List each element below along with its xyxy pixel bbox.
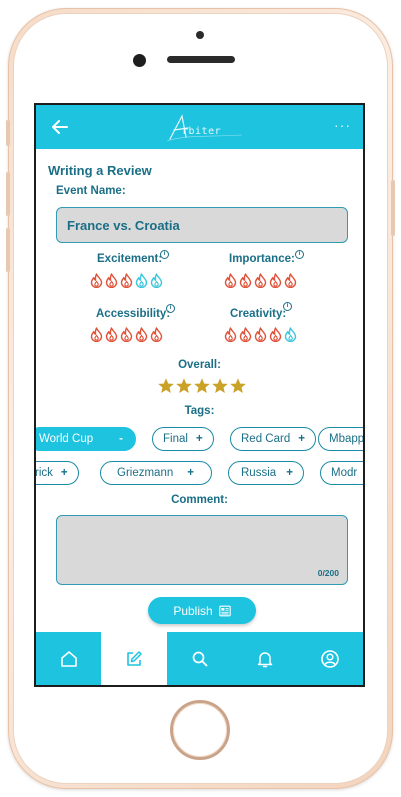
publish-button[interactable]: Publish (148, 597, 256, 624)
add-tag-icon[interactable]: + (187, 467, 194, 479)
tag-russia[interactable]: Russia + (228, 461, 304, 485)
add-tag-icon[interactable]: + (61, 467, 68, 479)
newspaper-icon (218, 605, 231, 616)
excitement-rating[interactable] (90, 273, 163, 288)
tag-label: Modr (331, 467, 358, 479)
event-name-label: Event Name: (56, 185, 126, 197)
power-button (391, 180, 395, 236)
tag-final[interactable]: Final + (152, 427, 214, 451)
nav-search[interactable] (167, 632, 232, 685)
creativity-rating[interactable] (224, 327, 297, 342)
flame-filled-icon[interactable] (105, 327, 118, 342)
home-icon (60, 650, 77, 667)
tag-griezmann[interactable]: Griezmann + (100, 461, 212, 485)
earpiece-speaker (167, 56, 235, 63)
importance-info-icon[interactable]: i (295, 250, 304, 259)
flame-filled-icon[interactable] (239, 327, 252, 342)
importance-rating[interactable] (224, 273, 297, 288)
star-icon[interactable] (229, 377, 247, 395)
review-form: Writing a Review Event Name: France vs. … (36, 149, 363, 636)
tag-modric[interactable]: Modr (320, 461, 363, 485)
overall-label: Overall: (178, 359, 221, 371)
flame-filled-icon[interactable] (120, 273, 133, 288)
publish-label: Publish (173, 603, 213, 618)
creativity-info-icon[interactable]: i (283, 302, 292, 311)
proximity-sensor (196, 31, 204, 39)
flame-filled-icon[interactable] (135, 327, 148, 342)
creativity-label: Creativity: (230, 308, 287, 320)
flame-filled-icon[interactable] (105, 273, 118, 288)
tags-label: Tags: (184, 405, 215, 417)
comment-textarea[interactable]: 0/200 (56, 515, 348, 585)
accessibility-info-icon[interactable]: i (166, 304, 175, 313)
mute-switch (6, 120, 10, 146)
top-app-bar: rbiter ··· (36, 105, 363, 149)
tag-label: Mbappe (329, 433, 363, 445)
volume-up-button (6, 172, 10, 216)
flame-filled-icon[interactable] (120, 327, 133, 342)
front-camera (133, 54, 146, 67)
nav-home[interactable] (36, 632, 101, 685)
profile-icon (321, 649, 340, 668)
event-name-field[interactable]: France vs. Croatia (56, 207, 348, 243)
flame-filled-icon[interactable] (254, 273, 267, 288)
nav-notifications[interactable] (232, 632, 297, 685)
flame-filled-icon[interactable] (269, 327, 282, 342)
remove-tag-icon[interactable]: - (119, 433, 123, 445)
excitement-label: Excitement: (97, 253, 163, 265)
tag-label: Final (163, 433, 188, 445)
star-icon[interactable] (175, 377, 193, 395)
logo-wordmark: rbiter (182, 126, 222, 137)
flame-filled-icon[interactable] (224, 273, 237, 288)
add-tag-icon[interactable]: + (286, 467, 293, 479)
app-screen: rbiter ··· Writing a Review Event Name: … (34, 103, 365, 687)
flame-filled-icon[interactable] (224, 327, 237, 342)
flame-empty-icon[interactable] (135, 273, 148, 288)
accessibility-rating[interactable] (90, 327, 163, 342)
excitement-info-icon[interactable]: i (160, 250, 169, 259)
nav-profile[interactable] (298, 632, 363, 685)
comment-label: Comment: (171, 494, 228, 506)
tag-trick[interactable]: rick + (36, 461, 79, 485)
flame-filled-icon[interactable] (254, 327, 267, 342)
edit-icon (127, 650, 142, 666)
tag-label: rick (36, 467, 53, 479)
tag-label: World Cup (39, 433, 94, 445)
star-icon[interactable] (193, 377, 211, 395)
tag-label: Russia (241, 467, 277, 479)
add-tag-icon[interactable]: + (196, 433, 203, 445)
tag-world-cup[interactable]: World Cup - (36, 427, 136, 451)
character-counter: 0/200 (317, 568, 339, 578)
back-arrow-icon[interactable] (50, 117, 70, 137)
flame-filled-icon[interactable] (284, 273, 297, 288)
accessibility-label: Accessibility: (96, 308, 171, 320)
volume-down-button (6, 228, 10, 272)
flame-filled-icon[interactable] (150, 327, 163, 342)
flame-filled-icon[interactable] (90, 327, 103, 342)
page-title: Writing a Review (48, 163, 152, 178)
flame-filled-icon[interactable] (269, 273, 282, 288)
flame-filled-icon[interactable] (90, 273, 103, 288)
add-tag-icon[interactable]: + (298, 433, 305, 445)
tag-mbappe[interactable]: Mbappe (318, 427, 363, 451)
tag-red-card[interactable]: Red Card + (230, 427, 316, 451)
star-icon[interactable] (157, 377, 175, 395)
overall-star-rating[interactable] (157, 377, 247, 395)
search-icon (192, 651, 207, 666)
flame-empty-icon[interactable] (284, 327, 297, 342)
flame-empty-icon[interactable] (150, 273, 163, 288)
nav-write-review[interactable] (101, 632, 167, 685)
star-icon[interactable] (211, 377, 229, 395)
importance-label: Importance: (229, 253, 295, 265)
tag-label: Red Card (241, 433, 291, 445)
tag-label: Griezmann (117, 467, 174, 479)
more-options-icon[interactable]: ··· (334, 117, 351, 133)
bottom-navigation (36, 632, 363, 685)
home-button[interactable] (170, 700, 230, 760)
flame-filled-icon[interactable] (239, 273, 252, 288)
bell-icon (257, 651, 273, 667)
